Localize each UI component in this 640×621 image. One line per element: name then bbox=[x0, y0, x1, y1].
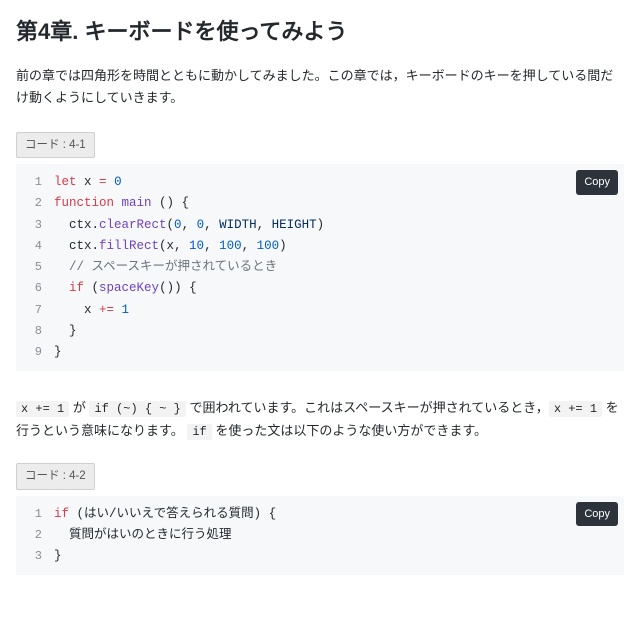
code-line: 7 x += 1 bbox=[22, 300, 614, 321]
chapter-title: 第4章. キーボードを使ってみよう bbox=[16, 18, 624, 47]
code-line: 6 if (spaceKey()) { bbox=[22, 278, 614, 299]
line-number: 8 bbox=[22, 321, 54, 342]
code-line: 4 ctx.fillRect(x, 10, 100, 100) bbox=[22, 236, 614, 257]
code-line: 1if (はい/いいえで答えられる質問) { bbox=[22, 504, 614, 525]
line-number: 2 bbox=[22, 193, 54, 214]
line-number: 3 bbox=[22, 215, 54, 236]
line-number: 2 bbox=[22, 525, 54, 546]
code-content: if (はい/いいえで答えられる質問) { bbox=[54, 504, 276, 525]
code-line: 5 // スペースキーが押されているとき bbox=[22, 257, 614, 278]
code-content: } bbox=[54, 321, 77, 342]
line-number: 5 bbox=[22, 257, 54, 278]
code-content: // スペースキーが押されているとき bbox=[54, 257, 277, 278]
code-content: } bbox=[54, 546, 62, 567]
code-line: 2function main () { bbox=[22, 193, 614, 214]
code-content: let x = 0 bbox=[54, 172, 122, 193]
code-lines: 1let x = 02function main () {3 ctx.clear… bbox=[22, 172, 614, 363]
code-line: 3 ctx.clearRect(0, 0, WIDTH, HEIGHT) bbox=[22, 215, 614, 236]
code-label-4-2: コード : 4-2 bbox=[16, 463, 95, 489]
line-number: 7 bbox=[22, 300, 54, 321]
code-lines: 1if (はい/いいえで答えられる質問) {2 質問がはいのときに行う処理3} bbox=[22, 504, 614, 568]
inline-code: if (~) { ~ } bbox=[89, 401, 185, 417]
code-line: 9} bbox=[22, 342, 614, 363]
intro-paragraph: 前の章では四角形を時間とともに動かしてみました。この章では，キーボードのキーを押… bbox=[16, 65, 624, 111]
code-content: if (spaceKey()) { bbox=[54, 278, 197, 299]
code-content: 質問がはいのときに行う処理 bbox=[54, 525, 232, 546]
text: が bbox=[69, 400, 89, 415]
code-content: ctx.clearRect(0, 0, WIDTH, HEIGHT) bbox=[54, 215, 324, 236]
inline-code: x += 1 bbox=[549, 401, 602, 417]
copy-button[interactable]: Copy bbox=[576, 502, 618, 527]
copy-button[interactable]: Copy bbox=[576, 170, 618, 195]
code-label-4-1: コード : 4-1 bbox=[16, 132, 95, 158]
code-line: 1let x = 0 bbox=[22, 172, 614, 193]
code-content: } bbox=[54, 342, 62, 363]
code-content: x += 1 bbox=[54, 300, 129, 321]
inline-code: if bbox=[187, 424, 211, 440]
line-number: 6 bbox=[22, 278, 54, 299]
code-line: 3} bbox=[22, 546, 614, 567]
line-number: 4 bbox=[22, 236, 54, 257]
code-block-4-2: Copy 1if (はい/いいえで答えられる質問) {2 質問がはいのときに行う… bbox=[16, 496, 624, 576]
text: で囲われています。これはスペースキーが押されているとき， bbox=[186, 400, 549, 415]
line-number: 9 bbox=[22, 342, 54, 363]
code-block-4-1: Copy 1let x = 02function main () {3 ctx.… bbox=[16, 164, 624, 371]
code-line: 2 質問がはいのときに行う処理 bbox=[22, 525, 614, 546]
explain-paragraph: x += 1 が if (~) { ~ } で囲われています。これはスペースキー… bbox=[16, 397, 624, 443]
line-number: 1 bbox=[22, 504, 54, 525]
inline-code: x += 1 bbox=[16, 401, 69, 417]
text: を使った文は以下のような使い方ができます。 bbox=[212, 423, 487, 438]
code-content: ctx.fillRect(x, 10, 100, 100) bbox=[54, 236, 287, 257]
line-number: 1 bbox=[22, 172, 54, 193]
line-number: 3 bbox=[22, 546, 54, 567]
code-line: 8 } bbox=[22, 321, 614, 342]
code-content: function main () { bbox=[54, 193, 189, 214]
